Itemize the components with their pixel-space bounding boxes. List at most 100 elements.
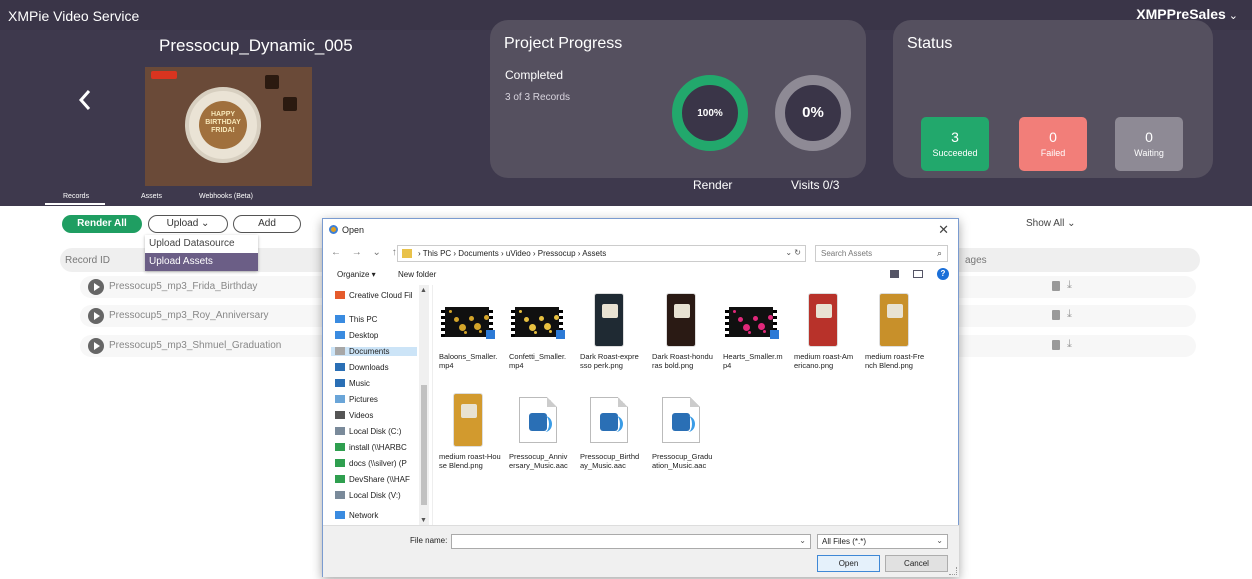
play-icon[interactable] [88,279,104,295]
nav-item-creative-cloud-fil[interactable]: Creative Cloud Fil [335,291,413,300]
nav-item-documents[interactable]: Documents [331,347,417,356]
file-item[interactable]: Hearts_Smaller.mp4 [723,289,785,370]
file-name: Pressocup_Graduation_Music.aac [652,452,713,470]
play-icon[interactable] [88,338,104,354]
preview-pane-icon[interactable] [913,270,923,278]
nav-item-videos[interactable]: Videos [335,411,373,420]
nav-item-local-disk-c[interactable]: Local Disk (C:) [335,427,401,436]
address-bar[interactable]: › This PC › Documents › uVideo › Pressoc… [397,245,806,262]
open-button[interactable]: Open [817,555,880,572]
file-item[interactable]: Pressocup_Birthday_Music.aac [580,389,642,470]
failed-badge[interactable]: 0 Failed [1019,117,1087,171]
file-item[interactable]: medium roast-House Blend.png [439,389,501,470]
refresh-icon[interactable]: ⌄ ↻ [785,248,801,257]
upload-menu: Upload Datasource Upload Assets [145,235,258,271]
disk-icon [335,427,345,435]
nav-item-downloads[interactable]: Downloads [335,363,389,372]
video-thumbnail[interactable]: HAPPY BIRTHDAY FRIDA! [145,67,312,186]
render-label: Render [693,178,733,192]
record-name[interactable]: Pressocup5_mp3_Shmuel_Graduation [109,340,281,351]
file-type-select[interactable]: All Files (*.*) ⌄ [817,534,948,549]
file-item[interactable]: medium roast-French Blend.png [865,289,927,370]
file-item[interactable]: Pressocup_Graduation_Music.aac [652,389,714,470]
nav-item-devshare-haf[interactable]: DevShare (\\HAF [335,475,410,484]
file-item[interactable]: Dark Roast-expresso perk.png [580,289,642,370]
cancel-button[interactable]: Cancel [885,555,948,572]
nav-item-music[interactable]: Music [335,379,370,388]
search-placeholder[interactable]: Search Assets [821,249,872,258]
add-button[interactable]: Add [233,215,301,233]
file-name: Pressocup_Birthday_Music.aac [580,452,640,470]
nav-item-network[interactable]: Network [335,511,378,520]
nav-item-local-disk-v[interactable]: Local Disk (V:) [335,491,401,500]
failed-count: 0 [1049,129,1057,145]
file-item[interactable]: Confetti_Smaller.mp4 [509,289,571,370]
chevron-down-icon[interactable]: ⌄ [799,536,806,545]
file-name-input[interactable]: ⌄ [451,534,811,549]
upload-button[interactable]: Upload ⌄ [148,215,228,233]
tab-records[interactable]: Records [63,193,89,200]
record-name[interactable]: Pressocup5_mp3_Frida_Birthday [109,281,257,292]
download-icon[interactable]: ⤓ [1067,308,1072,321]
file-item[interactable]: Dark Roast-honduras bold.png [652,289,714,370]
nav-item-install-harbc[interactable]: install (\\HARBC [335,443,407,452]
succeeded-label: Succeeded [932,148,978,158]
tab-webhooks[interactable]: Webhooks (Beta) [199,193,253,200]
desktop-icon [335,331,345,339]
nav-item-desktop[interactable]: Desktop [335,331,378,340]
download-icon[interactable]: ⤓ [1067,279,1072,292]
dialog-title: Open [342,225,365,235]
file-list: Baloons_Smaller.mp4 Confetti_Smaller.mp4 D… [439,285,954,525]
trash-icon[interactable] [1052,310,1060,320]
nav-item-label: Music [349,379,370,388]
succeeded-badge[interactable]: 3 Succeeded [921,117,989,171]
file-item[interactable]: Pressocup_Anniversary_Music.aac [509,389,571,470]
show-all-filter[interactable]: Show All ⌄ [1026,218,1076,229]
search-input[interactable]: Search Assets ⌕ [815,245,948,262]
file-type-value[interactable]: All Files (*.*) [822,537,866,546]
back-arrow-icon[interactable] [78,88,92,112]
trash-icon[interactable] [1052,340,1060,350]
chevron-down-icon[interactable]: ⌄ [936,536,943,545]
pc-icon [335,315,345,323]
organize-menu[interactable]: Organize ▾ [337,270,376,279]
audio-file-icon [509,389,567,449]
file-item[interactable]: medium roast-Americano.png [794,289,856,370]
scroll-up-icon[interactable]: ▲ [420,287,427,294]
file-item[interactable]: Baloons_Smaller.mp4 [439,289,501,370]
breadcrumb[interactable]: › This PC › Documents › uVideo › Pressoc… [418,249,606,258]
search-icon[interactable]: ⌕ [937,248,942,259]
visits-label: Visits 0/3 [791,178,840,192]
scroll-thumb[interactable] [421,385,427,505]
column-record-id[interactable]: Record ID [65,255,110,266]
navigation-pane: Creative Cloud Fil This PC Desktop Document… [331,285,433,525]
help-icon[interactable]: ? [937,268,949,280]
download-icon[interactable]: ⤓ [1067,338,1072,351]
record-name[interactable]: Pressocup5_mp3_Roy_Anniversary [109,310,269,321]
nav-item-label: Creative Cloud Fil [349,291,413,300]
chevron-down-icon[interactable]: ⌄ [1229,10,1238,22]
new-folder-button[interactable]: New folder [398,270,436,279]
nav-item-pictures[interactable]: Pictures [335,395,378,404]
brand-logo [151,71,177,79]
nav-arrows[interactable]: ← → ⌄ ↑ [331,247,401,258]
view-options-icon[interactable] [890,270,899,278]
upload-assets-item[interactable]: Upload Assets [145,253,258,271]
file-name: Confetti_Smaller.mp4 [509,352,567,370]
play-icon[interactable] [88,308,104,324]
upload-datasource-item[interactable]: Upload Datasource [145,235,258,253]
render-all-button[interactable]: Render All [62,215,142,233]
project-name: Pressocup_Dynamic_005 [159,36,353,55]
visits-value: 0% [802,104,824,121]
trash-icon[interactable] [1052,281,1060,291]
tab-assets[interactable]: Assets [141,193,162,200]
nav-item-this-pc[interactable]: This PC [335,315,377,324]
nav-item-docs-silver-p[interactable]: docs (\\silver) (P [335,459,407,468]
resize-grip-icon[interactable] [949,567,957,575]
column-images[interactable]: ages [965,255,987,266]
nav-item-label: This PC [349,315,378,324]
scroll-down-icon[interactable]: ▼ [420,517,427,524]
nav-scrollbar[interactable]: ▲ ▼ [419,285,429,525]
close-icon[interactable]: ✕ [938,222,949,238]
waiting-badge[interactable]: 0 Waiting [1115,117,1183,171]
